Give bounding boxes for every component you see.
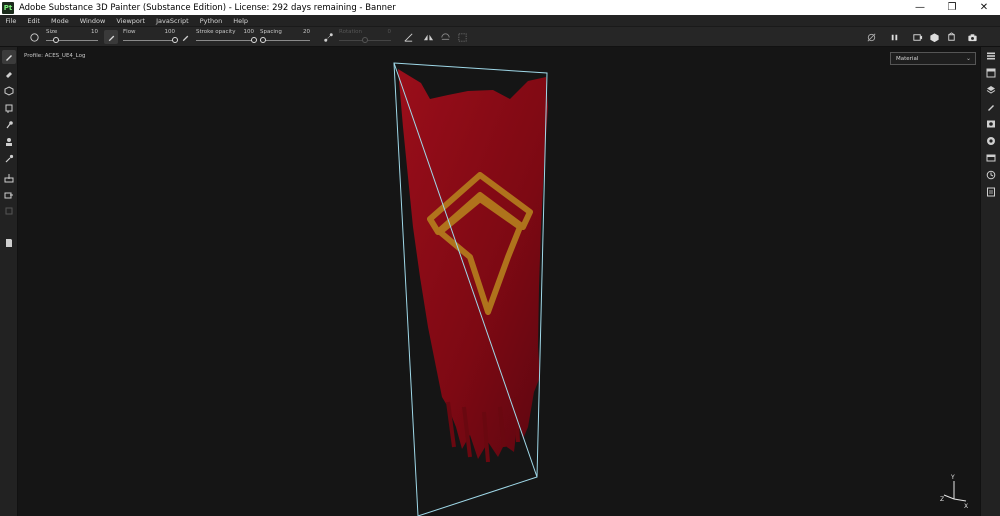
eraser-tool-icon[interactable]	[2, 67, 16, 81]
stroke-opacity-label: Stroke opacity	[196, 29, 236, 35]
menu-edit[interactable]: Edit	[22, 17, 46, 25]
size-value[interactable]: 10	[91, 29, 98, 35]
rotation-value: 0	[387, 29, 392, 35]
right-panel-bar	[980, 47, 1000, 516]
flow-pressure-icon[interactable]	[178, 30, 192, 44]
display-mode-value: Material	[896, 55, 919, 62]
display-mode-dropdown[interactable]: Material ⌄	[890, 52, 976, 65]
history-icon[interactable]	[984, 168, 998, 182]
menu-bar: File Edit Mode Window Viewport JavaScrip…	[0, 15, 1000, 27]
3d-viewport[interactable]: Profile: ACES_UE4_Log Material ⌄ Y X Z	[18, 47, 980, 516]
menu-window[interactable]: Window	[74, 17, 111, 25]
texture-set-icon[interactable]	[984, 66, 998, 80]
spacing-value[interactable]: 20	[303, 29, 310, 35]
window-title-bar: Pt Adobe Substance 3D Painter (Substance…	[0, 0, 1000, 15]
menu-javascript[interactable]: JavaScript	[151, 17, 195, 25]
layers-icon[interactable]	[984, 83, 998, 97]
window-title: Adobe Substance 3D Painter (Substance Ed…	[19, 2, 396, 13]
viewport-frame-icon[interactable]	[910, 30, 924, 44]
gizmo-z-label: Z	[940, 496, 944, 503]
spacing-track[interactable]	[260, 40, 310, 41]
color-picker-tool-icon[interactable]	[2, 152, 16, 166]
tool-options-bar: Size 10 Flow 100 Stroke opacity 100 Spac…	[0, 27, 1000, 47]
pen-pressure-button[interactable]	[104, 30, 118, 44]
rotation-label: Rotation	[339, 29, 363, 35]
window-controls: — ❐ ✕	[904, 0, 1000, 15]
menu-viewport[interactable]: Viewport	[111, 17, 151, 25]
pause-button[interactable]	[887, 30, 901, 44]
geometry-mask-tool-icon[interactable]	[2, 101, 16, 115]
flow-value[interactable]: 100	[165, 29, 176, 35]
spacing-knob[interactable]	[259, 37, 266, 43]
bake-tool-icon[interactable]	[2, 171, 16, 185]
lazy-mouse-icon[interactable]	[321, 30, 335, 44]
photoshop-link-icon[interactable]	[455, 30, 469, 44]
chevron-down-icon: ⌄	[965, 55, 971, 62]
gizmo-y-label: Y	[950, 474, 955, 481]
app-logo-icon: Pt	[2, 1, 14, 14]
menu-mode[interactable]: Mode	[45, 17, 74, 25]
alignment-icon[interactable]	[401, 30, 415, 44]
stroke-opacity-value[interactable]: 100	[244, 29, 255, 35]
minimize-button[interactable]: —	[904, 0, 936, 15]
spacing-slider[interactable]: Spacing 20	[258, 27, 312, 47]
spacing-label: Spacing	[260, 29, 282, 35]
brush-tool-icon[interactable]	[2, 50, 16, 64]
tiling-icon[interactable]	[438, 30, 452, 44]
display-settings-icon[interactable]	[984, 117, 998, 131]
export-tool-icon[interactable]	[2, 188, 16, 202]
banner-scene[interactable]	[18, 47, 980, 516]
size-knob[interactable]	[53, 37, 60, 43]
menu-help[interactable]: Help	[228, 17, 254, 25]
size-slider[interactable]: Size 10	[44, 27, 100, 47]
left-tool-bar	[0, 47, 18, 516]
menu-file[interactable]: File	[0, 17, 22, 25]
shelf-icon[interactable]	[984, 151, 998, 165]
flow-slider[interactable]: Flow 100	[121, 27, 178, 47]
color-profile-label: Profile: ACES_UE4_Log	[24, 53, 86, 59]
camera-mode-icon[interactable]	[944, 30, 958, 44]
stroke-opacity-knob[interactable]	[251, 37, 257, 43]
axis-gizmo: Y X Z	[940, 474, 968, 509]
document-tool-icon[interactable]	[2, 236, 16, 250]
undo-tool-icon[interactable]	[2, 204, 16, 218]
iray-toggle-icon[interactable]	[864, 30, 878, 44]
stroke-opacity-track[interactable]	[196, 40, 254, 41]
display-cube-icon[interactable]	[927, 30, 941, 44]
flow-label: Flow	[123, 29, 136, 35]
restore-button[interactable]: ❐	[936, 0, 968, 15]
layers-stack-icon[interactable]	[984, 49, 998, 63]
flow-track[interactable]	[123, 40, 175, 41]
menu-python[interactable]: Python	[194, 17, 228, 25]
rotation-knob	[362, 37, 368, 43]
gizmo-x-label: X	[964, 503, 968, 509]
projection-tool-icon[interactable]	[2, 84, 16, 98]
smudge-tool-icon[interactable]	[2, 118, 16, 132]
viewer-settings-icon[interactable]	[984, 134, 998, 148]
symmetry-icon[interactable]	[421, 30, 435, 44]
clone-tool-icon[interactable]	[2, 135, 16, 149]
rotation-slider: Rotation 0	[337, 27, 393, 47]
stroke-opacity-slider[interactable]: Stroke opacity 100	[194, 27, 257, 47]
properties-icon[interactable]	[984, 100, 998, 114]
size-label: Size	[46, 29, 58, 35]
screenshot-camera-icon[interactable]	[965, 30, 979, 44]
log-icon[interactable]	[984, 185, 998, 199]
brush-shape-icon[interactable]	[27, 30, 41, 44]
close-button[interactable]: ✕	[968, 0, 1000, 15]
